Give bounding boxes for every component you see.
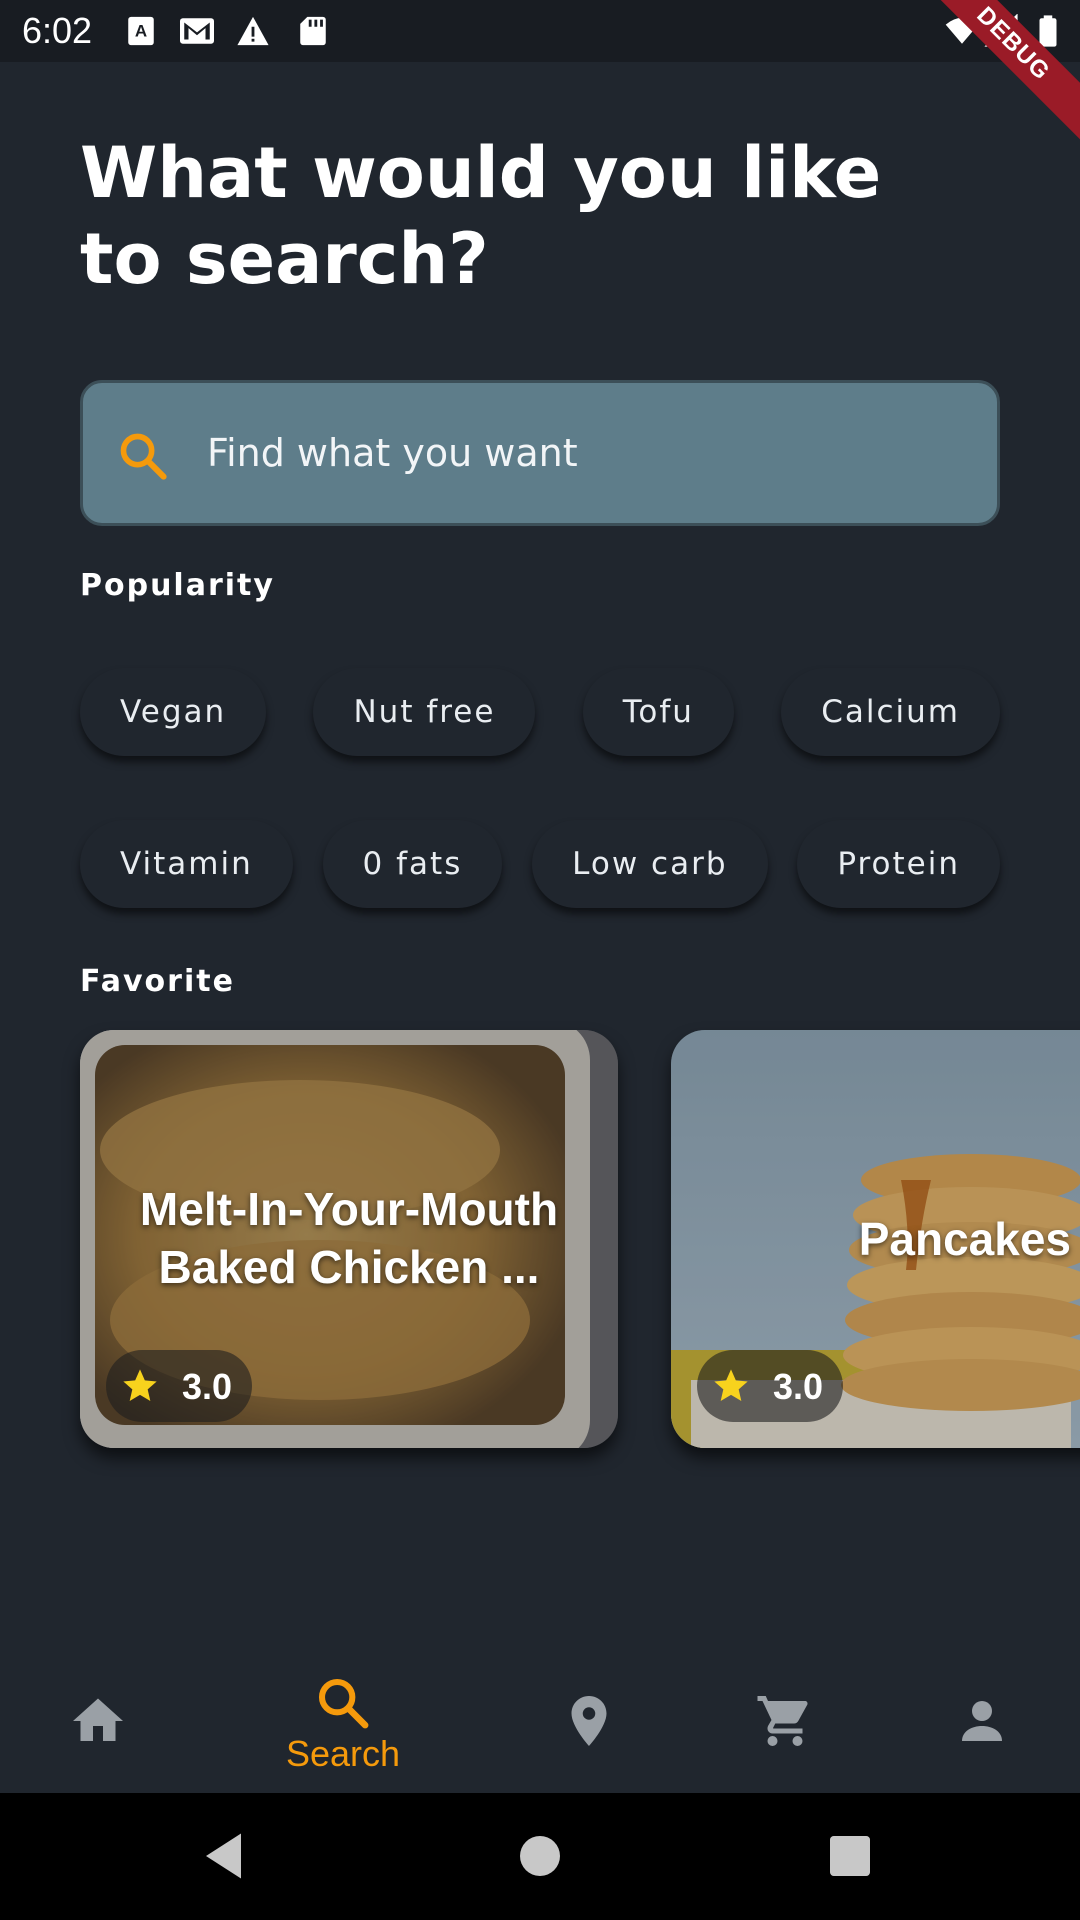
rating-badge: 3.0 <box>697 1350 843 1422</box>
system-navigation-bar <box>0 1793 1080 1920</box>
card-title: Melt-In-Your-Mouth Baked Chicken ... <box>139 1183 559 1293</box>
chip-nut-free[interactable]: Nut free <box>313 668 536 756</box>
bottom-navigation: Search <box>0 1655 1080 1793</box>
popularity-chips-row-2: Vitamin 0 fats Low carb Protein <box>80 820 1000 908</box>
search-input[interactable] <box>207 383 967 523</box>
sd-card-icon <box>300 16 326 46</box>
chip-0-fats[interactable]: 0 fats <box>322 820 503 908</box>
warning-icon <box>237 16 269 46</box>
home-circle-icon[interactable] <box>510 1826 570 1886</box>
keyboard-a-icon: A <box>128 16 154 46</box>
chip-tofu[interactable]: Tofu <box>582 668 734 756</box>
nav-item-search[interactable]: Search <box>273 1655 413 1793</box>
back-icon[interactable] <box>196 1826 256 1886</box>
favorite-card-pancakes[interactable]: Pancakes 3.0 <box>671 1030 1080 1448</box>
nav-item-location[interactable] <box>519 1655 659 1793</box>
search-icon <box>318 1678 369 1729</box>
card-title: Pancakes <box>858 1213 1071 1265</box>
chip-vitamin[interactable]: Vitamin <box>80 820 293 908</box>
location-pin-icon <box>571 1696 607 1746</box>
nav-label-search: Search <box>285 1733 401 1774</box>
popularity-label: Popularity <box>80 568 275 603</box>
status-time: 6:02 <box>22 10 93 51</box>
search-box[interactable] <box>80 380 1000 526</box>
popularity-chips-row-1: Vegan Nut free Tofu Calcium <box>80 668 1000 756</box>
rating-value: 3.0 <box>773 1366 824 1407</box>
svg-text:A: A <box>135 22 147 41</box>
nav-item-profile[interactable] <box>912 1655 1052 1793</box>
recents-square-icon[interactable] <box>820 1826 880 1886</box>
chip-calcium[interactable]: Calcium <box>781 668 1000 756</box>
status-bar: 6:02 A DEBUG <box>0 0 1080 147</box>
chip-low-carb[interactable]: Low carb <box>532 820 768 908</box>
cart-icon <box>757 1696 808 1746</box>
rating-value: 3.0 <box>182 1366 233 1407</box>
favorite-card-chicken[interactable]: Melt-In-Your-Mouth Baked Chicken ... 3.0 <box>80 1030 618 1448</box>
search-icon <box>120 433 167 480</box>
star-icon <box>123 1369 157 1401</box>
chip-vegan[interactable]: Vegan <box>80 668 267 756</box>
nav-item-home[interactable] <box>28 1655 168 1793</box>
star-icon <box>714 1369 748 1401</box>
person-icon <box>962 1701 1002 1741</box>
favorite-label: Favorite <box>80 964 235 999</box>
gmail-icon <box>180 18 214 44</box>
page-title: What would you like to search? <box>80 132 882 300</box>
nav-item-cart[interactable] <box>715 1655 855 1793</box>
chip-protein[interactable]: Protein <box>797 820 1000 908</box>
home-icon <box>73 1698 123 1741</box>
rating-badge: 3.0 <box>106 1350 252 1422</box>
